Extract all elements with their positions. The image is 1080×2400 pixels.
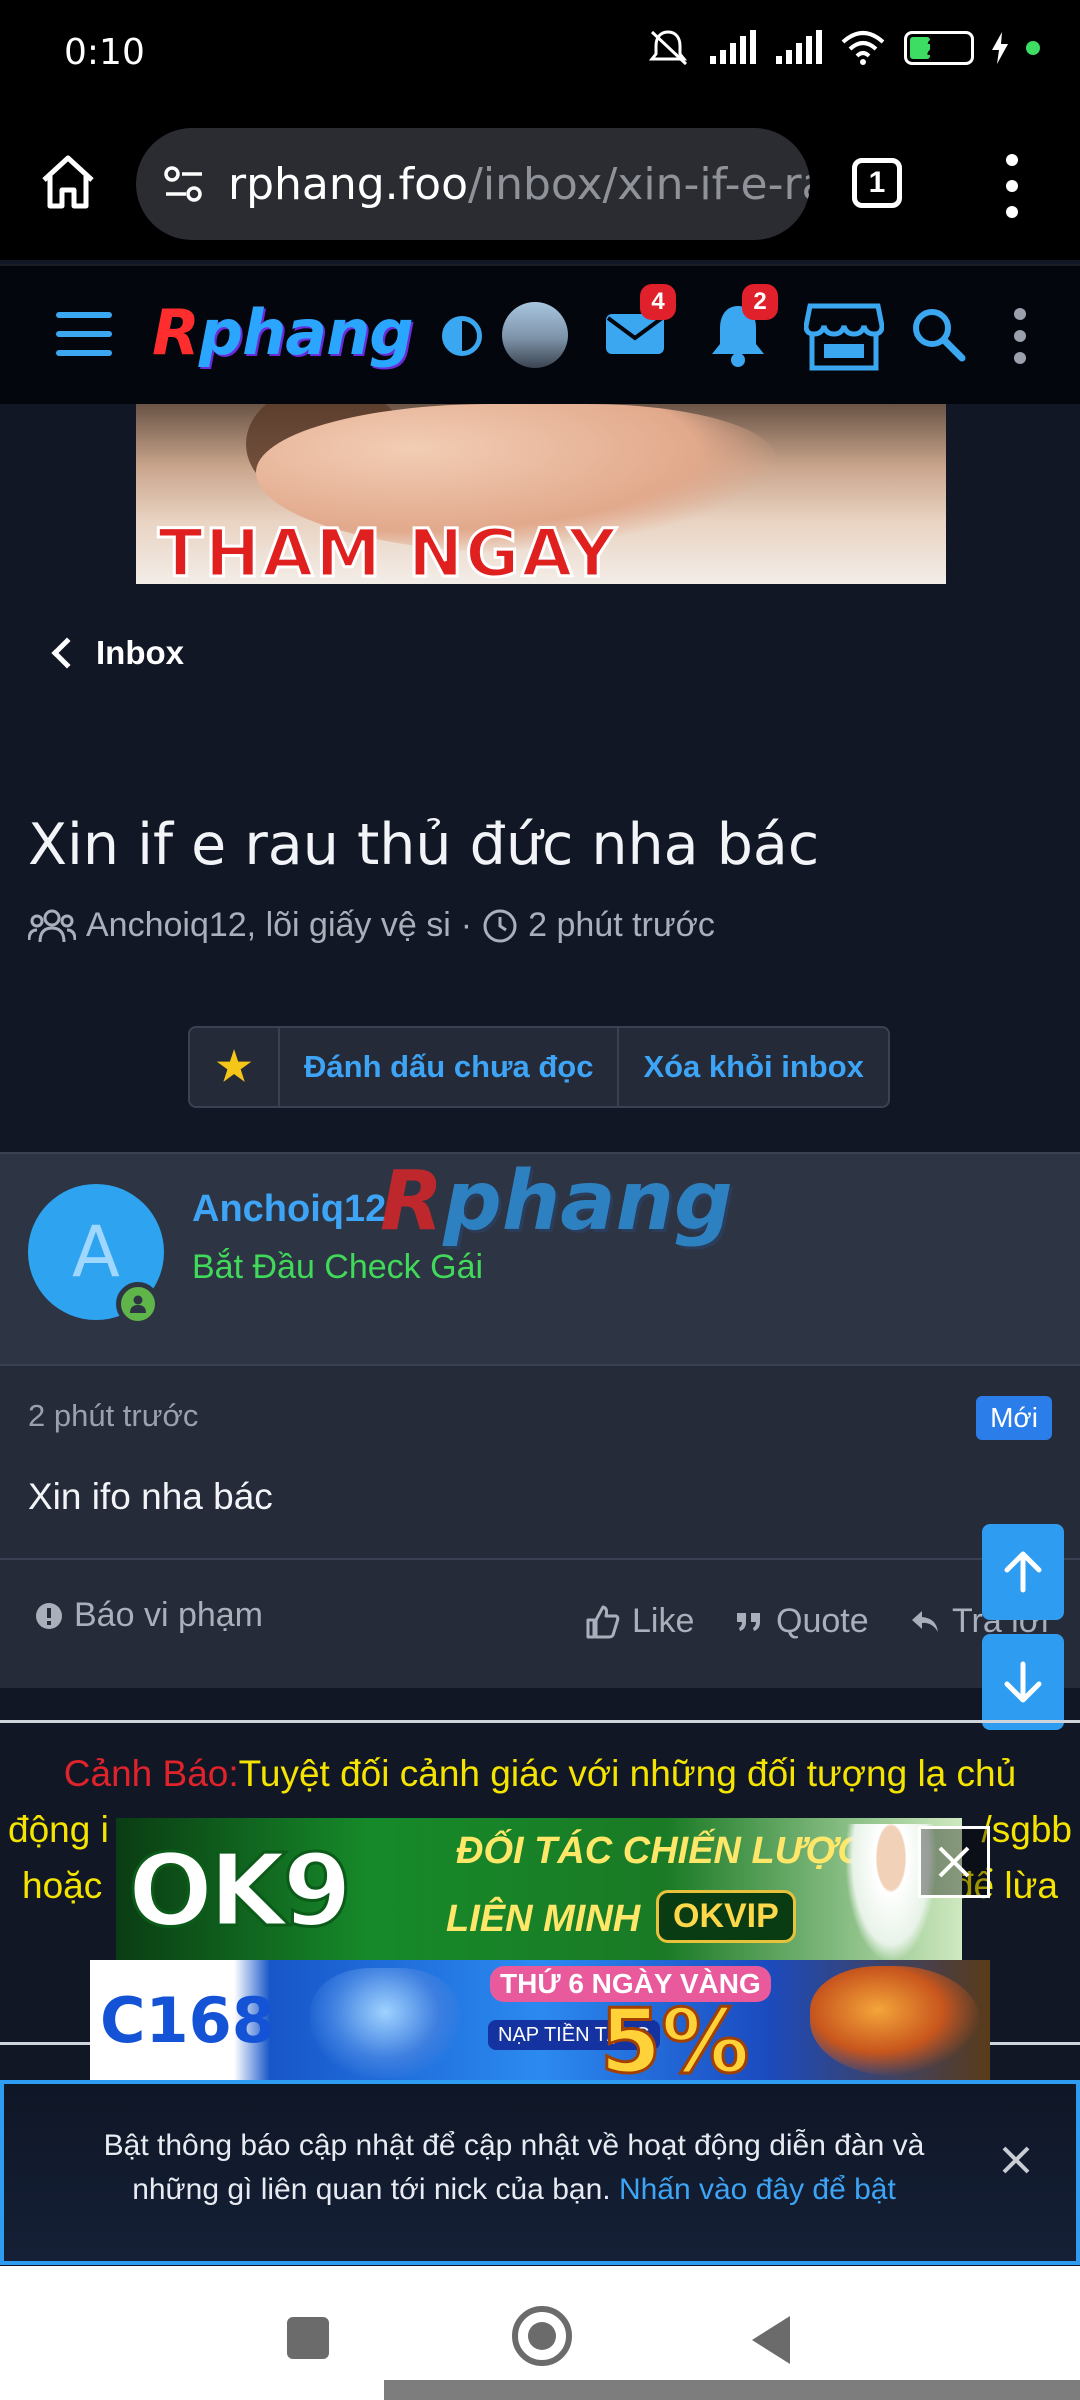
star-button[interactable]: ★ [190,1028,280,1106]
wifi-icon [841,31,885,65]
signal-icon [776,30,822,64]
url-host: rphang.foo [228,158,469,210]
conversation-time: 2 phút trước [528,906,715,944]
chevron-left-icon [51,637,83,669]
warning-label: Cảnh Báo: [63,1753,239,1794]
c168-ad-banner[interactable]: C168 THỨ 6 NGÀY VÀNG NẠP TIỀN TẶNG 5% [90,1960,990,2082]
ok9-line-1: ĐỐI TÁC CHIẾN LƯỢC [456,1830,865,1872]
divider [0,1558,1080,1560]
charging-icon [992,32,1008,64]
signal-icon [710,30,756,64]
status-icons: 26 [646,28,1040,68]
report-button[interactable]: Báo vi phạm [34,1596,263,1635]
mark-unread-button[interactable]: Đánh dấu chưa đọc [280,1028,620,1106]
message-author-block: A Anchoiq12 Rphang Bắt Đầu Check Gái [0,1152,1080,1364]
quote-icon [737,1612,760,1631]
remove-from-inbox-button[interactable]: Xóa khỏi inbox [619,1028,887,1106]
ad-image [810,1966,980,2076]
notification-text: Bật thông báo cập nhật để cập nhật về ho… [103,2129,925,2206]
more-options-icon[interactable] [1012,306,1028,366]
arrow-up-icon [1004,1551,1042,1593]
clock-icon [483,909,517,942]
site-header: Rphang 4 2 [0,264,1080,404]
url-path: /inbox/xin-if-e-ra [468,158,810,210]
url-bar[interactable]: rphang.foo/inbox/xin-if-e-ra [136,128,810,240]
top-ad-banner[interactable]: THAM NGAY [136,404,946,584]
scroll-top-button[interactable] [982,1524,1064,1620]
participants[interactable]: Anchoiq12, lõi giấy vệ si [86,906,451,945]
close-icon [938,1846,970,1878]
author-username[interactable]: Anchoiq12 [192,1188,386,1231]
divider [0,1720,1080,1723]
conversation-meta: Anchoiq12, lõi giấy vệ si · 2 phút trước [28,906,715,945]
online-status-icon [116,1282,160,1326]
browser-toolbar: rphang.foo/inbox/xin-if-e-ra 1 [0,110,1080,260]
alert-icon [36,1602,62,1629]
status-time: 0:10 [64,32,145,73]
site-settings-icon[interactable] [162,162,206,206]
system-navigation-bar [0,2266,1080,2400]
ok9-logo: OK9 [126,1831,353,1951]
warning-line-2: động i [8,1809,109,1850]
store-icon[interactable] [804,302,884,372]
conversation-actions: ★ Đánh dấu chưa đọc Xóa khỏi inbox [188,1026,890,1108]
ad-close-button[interactable] [918,1826,990,1898]
search-icon[interactable] [910,306,966,362]
browser-menu-icon[interactable] [992,154,1032,218]
warning-line-3: hoặc [22,1865,103,1906]
back-icon[interactable] [752,2316,790,2364]
new-badge: Mới [976,1396,1052,1440]
message-text: Xin ifo nha bác [28,1476,273,1517]
battery-level: 26 [926,35,952,60]
notification-dot [1026,41,1040,55]
message-body: 2 phút trước Mới Xin ifo nha bác Báo vi … [0,1364,1080,1688]
users-icon [28,909,76,942]
breadcrumb-label: Inbox [96,634,184,671]
c168-percent: 5% [598,1989,750,2083]
battery-icon: 26 [904,31,974,65]
thumbs-up-icon [586,1605,620,1638]
page-title: Xin if e rau thủ đức nha bác [28,812,820,878]
breadcrumb[interactable]: Inbox [48,634,184,672]
warning-line-2-end: /sgbb [981,1809,1072,1850]
mute-icon [648,30,688,66]
ad-image [310,1968,460,2078]
quote-button[interactable]: Quote [734,1602,869,1641]
meta-separator: · [460,906,473,944]
reply-icon [912,1610,938,1632]
status-bar: 0:10 26 [0,0,1080,110]
ok9-line-2: LIÊN MINH [446,1898,641,1940]
enable-notifications-link[interactable]: Nhấn vào đây để bật [619,2173,896,2206]
site-logo[interactable]: Rphang [152,296,414,369]
warning-line-1: Tuyệt đối cảnh giác với những đối tượng … [238,1753,1017,1794]
user-avatar[interactable] [502,302,568,368]
logo-watermark: Rphang [380,1154,733,1249]
okvip-badge: OKVIP [656,1890,796,1943]
arrow-down-icon [1004,1661,1042,1703]
gesture-bar [384,2380,1080,2400]
like-button[interactable]: Like [584,1602,694,1641]
ok9-ad-banner[interactable]: OK9 ĐỐI TÁC CHIẾN LƯỢC LIÊN MINH OKVIP [116,1818,962,1960]
scroll-bottom-button[interactable] [982,1634,1064,1730]
alerts-badge: 2 [742,284,778,320]
recents-icon[interactable] [287,2317,329,2359]
message-time[interactable]: 2 phút trước [28,1398,198,1434]
tab-switcher-button[interactable]: 1 [852,158,902,208]
home-icon[interactable] [36,150,100,214]
author-title: Bắt Đầu Check Gái [192,1248,484,1286]
c168-logo: C168 [100,1984,275,2057]
home-nav-icon[interactable] [512,2306,572,2366]
messages-badge: 4 [640,284,676,320]
push-notification-prompt: Bật thông báo cập nhật để cập nhật về ho… [0,2080,1080,2265]
hamburger-menu-icon[interactable] [56,312,112,356]
top-ad-text: THAM NGAY [157,514,618,585]
close-icon[interactable] [996,2140,1036,2180]
theme-toggle-icon[interactable] [442,316,482,356]
